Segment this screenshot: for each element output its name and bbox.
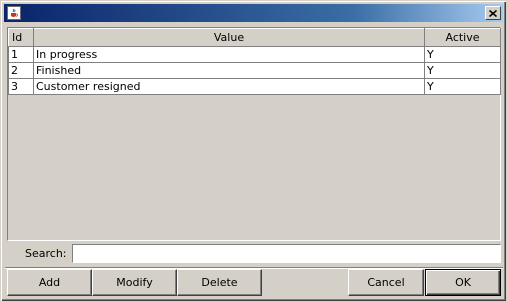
column-header-value[interactable]: Value bbox=[33, 28, 425, 47]
search-label: Search: bbox=[25, 247, 67, 260]
table-row[interactable]: 2 Finished Y bbox=[8, 62, 501, 79]
column-header-id[interactable]: Id bbox=[8, 28, 34, 47]
cell-id[interactable]: 1 bbox=[8, 46, 34, 63]
cell-value[interactable]: Finished bbox=[33, 62, 425, 79]
status-table: Id Value Active 1 In progress Y 2 Finish… bbox=[8, 28, 501, 95]
title-bar[interactable] bbox=[4, 4, 503, 22]
table-header-row: Id Value Active bbox=[8, 28, 501, 47]
table-row[interactable]: 1 In progress Y bbox=[8, 46, 501, 63]
cell-active[interactable]: Y bbox=[424, 78, 501, 95]
cell-active[interactable]: Y bbox=[424, 46, 501, 63]
cancel-button[interactable]: Cancel bbox=[348, 269, 424, 296]
cell-active[interactable]: Y bbox=[424, 62, 501, 79]
table-row[interactable]: 3 Customer resigned Y bbox=[8, 78, 501, 95]
cell-value[interactable]: Customer resigned bbox=[33, 78, 425, 95]
add-button[interactable]: Add bbox=[7, 269, 92, 296]
close-icon bbox=[489, 9, 497, 17]
column-header-active[interactable]: Active bbox=[424, 28, 501, 47]
status-table-area[interactable]: Id Value Active 1 In progress Y 2 Finish… bbox=[7, 27, 501, 241]
delete-button[interactable]: Delete bbox=[177, 269, 262, 296]
cell-value[interactable]: In progress bbox=[33, 46, 425, 63]
java-cup-icon bbox=[7, 6, 21, 20]
search-input[interactable] bbox=[72, 244, 501, 263]
cell-id[interactable]: 2 bbox=[8, 62, 34, 79]
cell-id[interactable]: 3 bbox=[8, 78, 34, 95]
close-button[interactable] bbox=[485, 6, 501, 20]
modify-button[interactable]: Modify bbox=[92, 269, 177, 296]
dialog-window: Id Value Active 1 In progress Y 2 Finish… bbox=[0, 0, 507, 302]
ok-button[interactable]: OK bbox=[425, 269, 501, 296]
